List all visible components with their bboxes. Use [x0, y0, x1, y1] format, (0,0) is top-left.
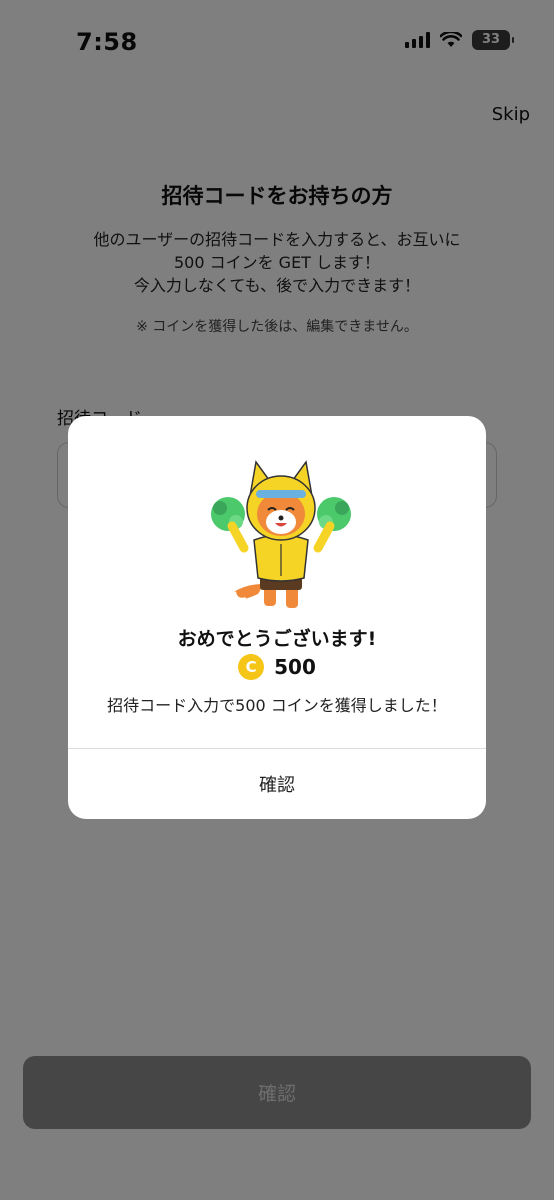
reward-dialog: おめでとうございます! C 500 招待コード入力で500 コインを獲得しました… — [68, 416, 486, 819]
coin-amount: 500 — [274, 655, 316, 679]
coin-icon: C — [238, 654, 265, 680]
dialog-title: おめでとうございます! — [177, 628, 377, 650]
dialog-message: 招待コード入力で500 コインを獲得しました！ — [107, 696, 447, 715]
fox-mascot-cheering-icon — [211, 460, 351, 608]
dialog-confirm-button[interactable]: 確認 — [68, 749, 486, 819]
coin-reward: C 500 — [68, 654, 486, 680]
